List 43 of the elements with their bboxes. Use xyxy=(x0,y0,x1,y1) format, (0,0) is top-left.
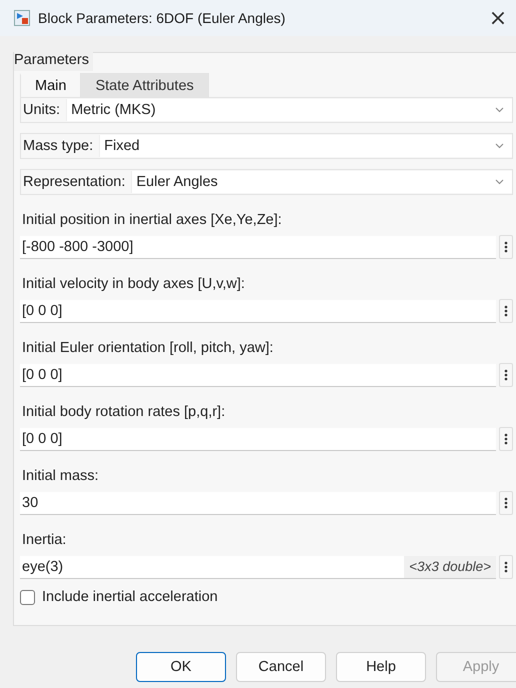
dropdown[interactable]: Euler Angles xyxy=(131,171,512,193)
field-label: Initial body rotation rates [p,q,r]: xyxy=(22,404,226,420)
field-label: Mass type: xyxy=(22,138,94,154)
input-field[interactable]: [0 0 0] xyxy=(20,428,496,450)
field-label: Representation: xyxy=(22,174,126,190)
field-label: Initial mass: xyxy=(22,468,100,484)
dropdown[interactable]: Metric (MKS) xyxy=(66,99,512,121)
vertical-dots-icon xyxy=(504,369,508,381)
vertical-dots-icon xyxy=(504,305,508,317)
more-options-button[interactable] xyxy=(499,235,513,259)
dialog-button[interactable]: Cancel xyxy=(236,652,326,682)
more-options-button[interactable] xyxy=(499,491,513,515)
input-field[interactable]: 30 xyxy=(20,492,496,514)
field-label: Units: xyxy=(22,102,62,118)
chevron-down-icon xyxy=(495,179,504,185)
more-options-button[interactable] xyxy=(499,427,513,451)
input-field[interactable]: [-800 -800 -3000] xyxy=(20,236,496,258)
chevron-down-icon xyxy=(495,143,504,149)
vertical-dots-icon xyxy=(504,497,508,509)
window-title: Block Parameters: 6DOF (Euler Angles) xyxy=(38,10,286,26)
block-icon xyxy=(14,10,30,26)
more-options-button[interactable] xyxy=(499,299,513,323)
field-label: Initial position in inertial axes [Xe,Ye,Ze]: xyxy=(22,212,283,228)
vertical-dots-icon xyxy=(504,433,508,445)
group-title: Parameters xyxy=(14,49,93,71)
checkbox-label: Include inertial acceleration xyxy=(42,589,218,605)
dialog-button[interactable]: OK xyxy=(136,652,226,682)
dialog-button[interactable]: Help xyxy=(336,652,426,682)
field-label: Initial velocity in body axes [U,v,w]: xyxy=(22,276,246,292)
input-field[interactable]: eye(3) <3x3 double> xyxy=(20,556,496,578)
input-field[interactable]: [0 0 0] xyxy=(20,300,496,322)
vertical-dots-icon xyxy=(504,241,508,253)
more-options-button[interactable] xyxy=(499,363,513,387)
input-field[interactable]: [0 0 0] xyxy=(20,364,496,386)
field-label: Inertia: xyxy=(22,532,68,548)
field-label: Initial Euler orientation [roll, pitch, yaw]: xyxy=(22,340,274,356)
chevron-down-icon xyxy=(495,107,504,113)
dropdown[interactable]: Fixed xyxy=(99,135,512,157)
close-button[interactable]: × xyxy=(480,1,516,35)
more-options-button[interactable] xyxy=(499,555,513,579)
tab[interactable]: State Attributes xyxy=(80,73,209,97)
vertical-dots-icon xyxy=(504,561,508,573)
checkbox[interactable] xyxy=(20,590,35,604)
